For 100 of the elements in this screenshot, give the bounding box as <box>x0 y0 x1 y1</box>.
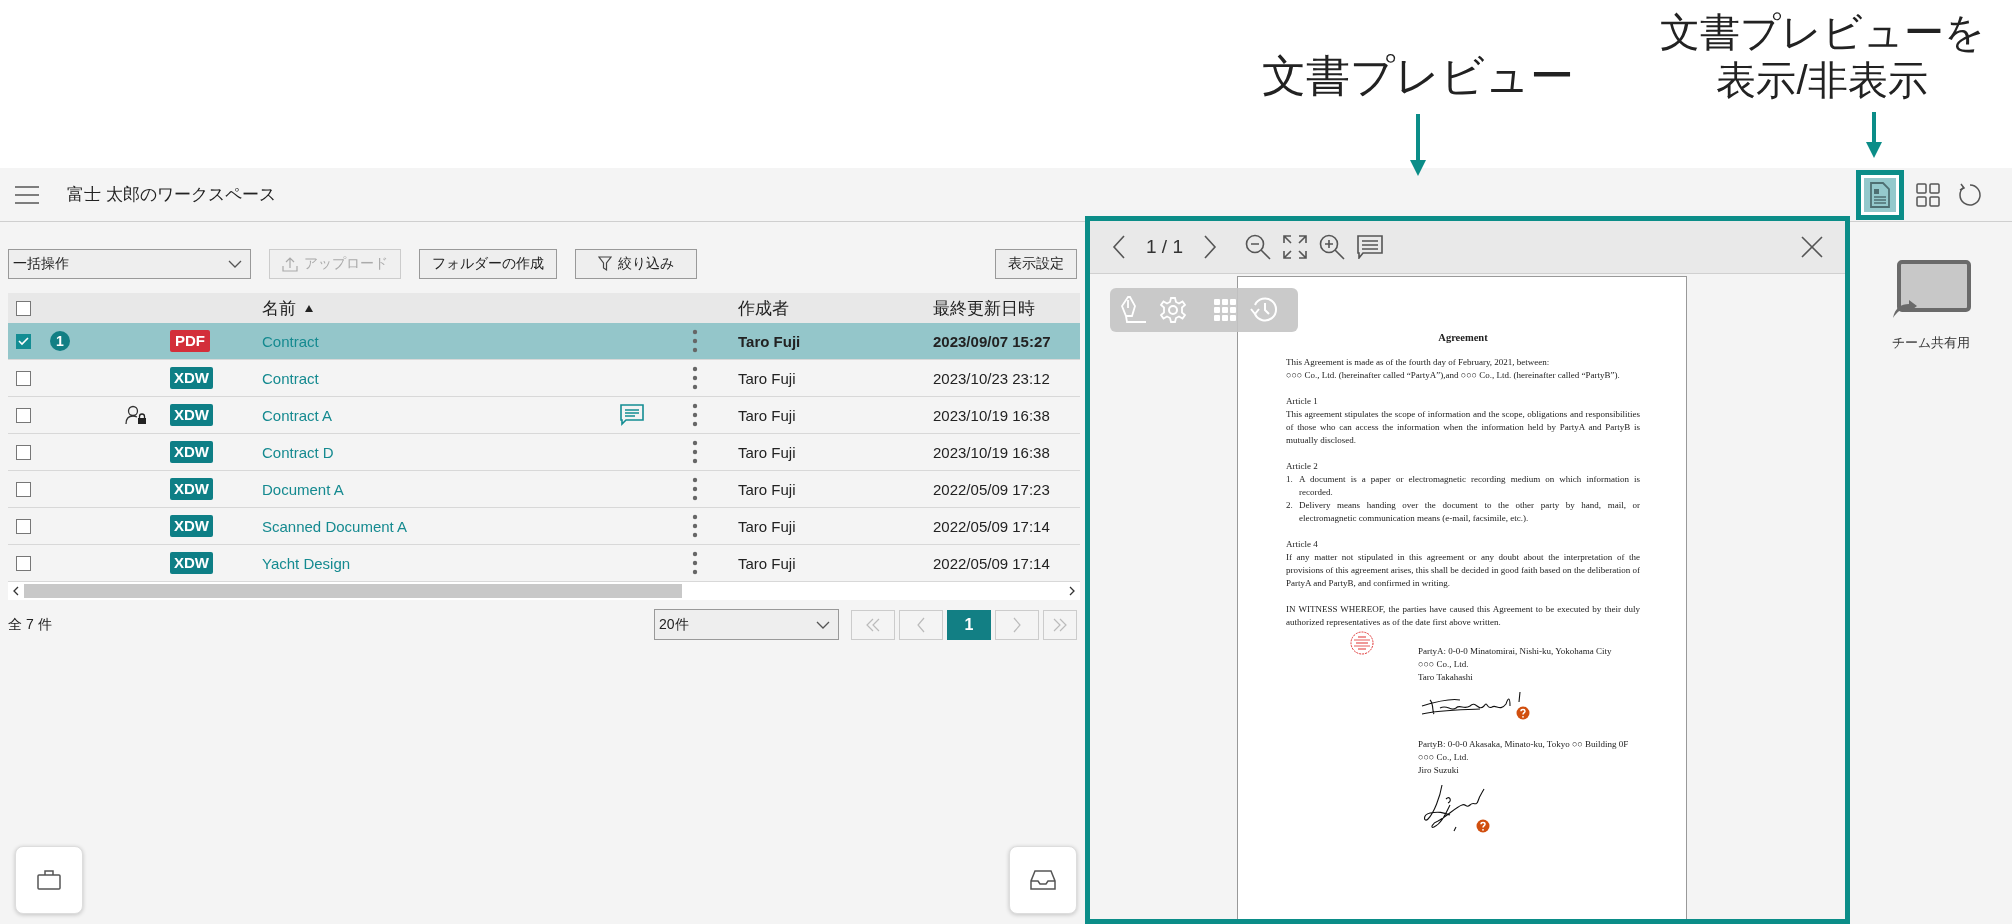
row-checkbox[interactable] <box>16 444 31 460</box>
more-options-icon[interactable] <box>692 477 698 501</box>
document-text: PartyA: 0-0-0 Minatomirai, Nishi-ku, Yokohama City <box>1418 645 1613 658</box>
file-row[interactable]: XDW Contract D Taro Fuji 2023/10/19 16:38 <box>8 434 1080 471</box>
author-cell-text: Taro Fuji <box>738 517 797 535</box>
zoom-in-icon[interactable] <box>1319 234 1345 260</box>
document-text: This Agreement is made as of the fourth day of February, 2021, between: <box>1286 356 1551 369</box>
zoom-out-icon[interactable] <box>1245 234 1271 260</box>
total-count: 全 7 件 <box>8 615 52 634</box>
column-header[interactable]: 作成者 <box>738 296 789 320</box>
create-folder-button[interactable]: フォルダーの作成 <box>419 249 557 279</box>
comment-icon[interactable] <box>620 404 644 426</box>
column-header[interactable]: 名前 <box>262 296 296 320</box>
count-badge: 1 <box>50 331 70 351</box>
document-title: Agreement <box>1437 331 1489 344</box>
file-row[interactable]: XDW Contract Taro Fuji 2023/10/23 23:12 <box>8 360 1080 397</box>
side-item-label[interactable]: チーム共有用 <box>1892 334 1970 352</box>
document-text: Taro Takahashi <box>1418 671 1474 684</box>
previous-page-icon[interactable] <box>1112 235 1126 259</box>
file-type-badge: XDW <box>170 367 213 389</box>
workspace-title: 富士 太郎のワークスペース <box>67 184 276 206</box>
document-text: Jiro Suzuki <box>1418 764 1460 777</box>
list-number: 1. <box>1286 473 1294 486</box>
filter-button[interactable]: 絞り込み <box>575 249 697 279</box>
file-name-link[interactable]: Contract <box>262 369 319 387</box>
row-checkbox[interactable] <box>16 333 31 349</box>
scroll-right-icon[interactable] <box>1068 586 1076 596</box>
page-indicator: 1 / 1 <box>1146 236 1183 258</box>
next-page-icon[interactable] <box>1203 235 1217 259</box>
file-name-link[interactable]: Contract D <box>262 443 334 461</box>
inbox-icon <box>1030 870 1056 890</box>
select-all-checkbox[interactable] <box>16 300 31 316</box>
document-text: ○○○ Co., Ltd. <box>1418 658 1470 671</box>
thumbnail-grid-icon[interactable] <box>1214 299 1236 321</box>
chevron-right-icon <box>1012 616 1022 633</box>
callout-arrow <box>1866 112 1882 158</box>
date-cell-text: 2022/05/09 17:23 <box>933 480 1051 498</box>
document-text: ○○○ Co., Ltd. (hereinafter called “PartyA”),and ○○○ Co., Ltd. (hereinafter called “PartyB”). <box>1286 369 1621 382</box>
double-chevron-right-icon <box>1052 617 1068 632</box>
page-size-select[interactable]: 20件 <box>654 609 839 640</box>
file-name-link[interactable]: Document A <box>262 480 344 498</box>
briefcase-button[interactable] <box>15 846 83 914</box>
file-row[interactable]: XDW Contract A Taro Fuji 2023/10/19 16:38 <box>8 397 1080 434</box>
document-text: PartyB: 0-0-0 Akasaka, Minato-ku, Tokyo ○○ Building 0F <box>1418 738 1630 751</box>
row-checkbox[interactable] <box>16 518 31 534</box>
bulk-action-select[interactable]: 一括操作 <box>8 249 251 279</box>
document-icon <box>1869 181 1891 208</box>
file-name-link[interactable]: Yacht Design <box>262 554 351 572</box>
date-cell-text: 2023/09/07 15:27 <box>933 332 1052 350</box>
fit-page-icon[interactable] <box>1283 235 1307 259</box>
horizontal-scrollbar[interactable] <box>8 582 1080 600</box>
file-name-link[interactable]: Scanned Document A <box>262 517 408 535</box>
refresh-icon[interactable] <box>1958 182 1982 207</box>
date-cell-text: 2023/10/23 23:12 <box>933 369 1051 387</box>
page-number-button[interactable]: 1 <box>947 609 991 640</box>
more-options-icon[interactable] <box>692 440 698 464</box>
double-chevron-left-icon <box>865 617 881 632</box>
row-checkbox[interactable] <box>16 481 31 497</box>
column-header[interactable]: 最終更新日時 <box>933 296 1035 320</box>
list-number: 2. <box>1286 499 1294 512</box>
more-options-icon[interactable] <box>692 551 698 575</box>
more-options-icon[interactable] <box>692 329 698 353</box>
scroll-left-icon[interactable] <box>12 586 20 596</box>
file-row[interactable]: 1 PDF Contract Taro Fuji 2023/09/07 15:27 <box>8 323 1080 360</box>
date-cell-text: 2023/10/19 16:38 <box>933 443 1051 461</box>
file-type-badge: XDW <box>170 515 213 537</box>
document-paragraph: This agreement stipulates the scope of information and the scope, obligations and responsibilities of those who can access the information when the information held by PartyA and PartyB is mutually disclosed. <box>1286 408 1640 447</box>
more-options-icon[interactable] <box>692 403 698 427</box>
upload-icon <box>282 256 298 272</box>
file-row[interactable]: XDW Scanned Document A Taro Fuji 2022/05/09 17:14 <box>8 508 1080 545</box>
date-cell-text: 2022/05/09 17:14 <box>933 517 1051 535</box>
unverified-signature-icon <box>1516 706 1530 720</box>
unverified-signature-icon <box>1476 819 1490 833</box>
author-cell-text: Taro Fuji <box>738 406 797 424</box>
preview-toggle-button[interactable] <box>1856 169 1904 220</box>
caret-icon <box>228 260 242 268</box>
comment-icon[interactable] <box>1357 235 1383 259</box>
inbox-button[interactable] <box>1009 846 1077 914</box>
article-heading: Article 1 <box>1286 395 1319 408</box>
callout-label: 文書プレビューを 表示/非表示 <box>1659 9 1985 104</box>
file-row[interactable]: XDW Document A Taro Fuji 2022/05/09 17:23 <box>8 471 1080 508</box>
author-cell-text: Taro Fuji <box>738 369 797 387</box>
file-name-link[interactable]: Contract A <box>262 406 333 424</box>
author-cell-text: Taro Fuji <box>738 332 802 350</box>
row-checkbox[interactable] <box>16 555 31 571</box>
more-options-icon[interactable] <box>692 366 698 390</box>
date-cell-text: 2023/10/19 16:38 <box>933 406 1051 424</box>
grid-view-icon[interactable] <box>1916 182 1940 207</box>
display-settings-button[interactable]: 表示設定 <box>995 249 1077 279</box>
article-heading: Article 4 <box>1286 538 1319 551</box>
author-cell-text: Taro Fuji <box>738 443 797 461</box>
row-checkbox[interactable] <box>16 407 31 423</box>
menu-icon[interactable] <box>15 185 39 204</box>
close-icon[interactable] <box>1801 236 1823 258</box>
more-options-icon[interactable] <box>692 514 698 538</box>
row-checkbox[interactable] <box>16 370 31 386</box>
filter-icon <box>598 256 612 272</box>
article-heading: Article 2 <box>1286 460 1319 473</box>
document-paragraph: If any matter not stipulated in this agreement or any doubt about the interpretation of the provisions of this agreement arises, this shall be decided in good faith based on the deliberation of PartyA and PartyB, and confirmed in writing. <box>1286 551 1640 590</box>
author-cell-text: Taro Fuji <box>738 554 797 572</box>
